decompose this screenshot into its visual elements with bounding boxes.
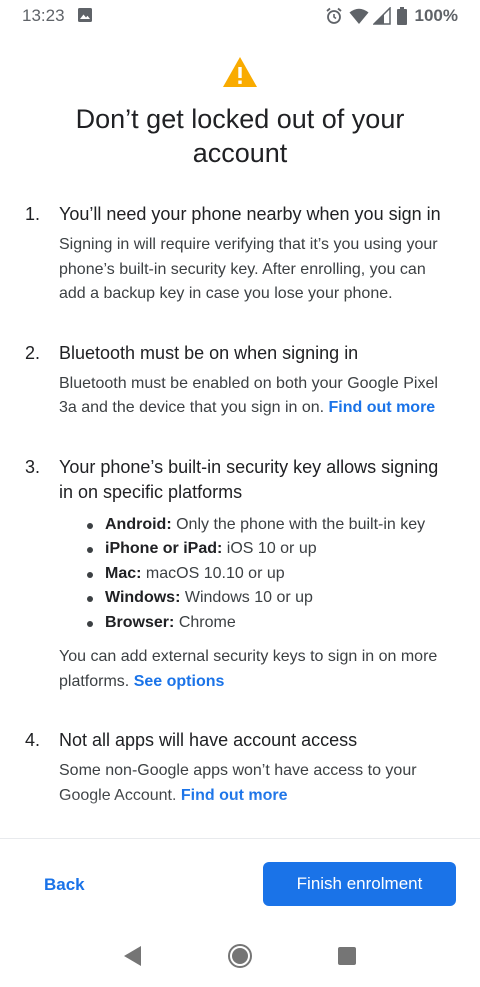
step-heading: Not all apps will have account access bbox=[59, 730, 358, 750]
steps-list: 1. You’ll need your phone nearby when yo… bbox=[0, 202, 480, 838]
back-button[interactable]: Back bbox=[28, 869, 101, 901]
step-body: Signing in will require verifying that i… bbox=[59, 236, 438, 302]
platform-label: Android: bbox=[105, 515, 172, 533]
platform-item-iphone-ipad: iPhone or iPad: iOS 10 or up bbox=[87, 537, 452, 562]
step-heading: You’ll need your phone nearby when you s… bbox=[59, 204, 441, 224]
step-number: 3. bbox=[25, 456, 41, 477]
step-heading: Bluetooth must be on when signing in bbox=[59, 342, 359, 363]
battery-percentage: 100% bbox=[414, 6, 458, 25]
find-out-more-link[interactable]: Find out more bbox=[181, 787, 288, 804]
nav-recents-button[interactable] bbox=[329, 941, 365, 977]
back-triangle-icon bbox=[123, 945, 143, 972]
see-options-link[interactable]: See options bbox=[134, 673, 225, 690]
platform-item-mac: Mac: macOS 10.10 or up bbox=[87, 562, 452, 587]
platform-text: Only the phone with the built-in key bbox=[176, 515, 426, 533]
system-nav-bar bbox=[0, 930, 480, 987]
find-out-more-link[interactable]: Find out more bbox=[329, 399, 436, 416]
finish-enrolment-button[interactable]: Finish enrolment bbox=[263, 862, 456, 906]
page-title: Don’t get locked out of your account bbox=[75, 104, 405, 168]
step-1: 1. You’ll need your phone nearby when yo… bbox=[0, 202, 480, 307]
status-left: 13:23 bbox=[22, 6, 95, 26]
platform-label: iPhone or iPad: bbox=[105, 540, 223, 557]
warning-icon bbox=[222, 56, 258, 88]
step-number: 2. bbox=[25, 342, 41, 363]
nav-back-button[interactable] bbox=[115, 941, 151, 977]
signal-icon bbox=[371, 6, 391, 25]
alarm-icon bbox=[325, 7, 343, 25]
step-2: 2. Bluetooth must be on when signing in … bbox=[0, 341, 480, 421]
step-body-container: You can add external security keys to si… bbox=[59, 645, 452, 694]
platform-text: iOS 10 or up bbox=[226, 540, 317, 557]
wifi-icon bbox=[349, 7, 369, 25]
content-scroll-area[interactable]: Don’t get locked out of your account 1. … bbox=[0, 32, 480, 838]
step-number: 4. bbox=[25, 730, 41, 750]
platform-label: Windows: bbox=[105, 589, 181, 606]
platform-text: Windows 10 or up bbox=[184, 589, 313, 606]
platform-text: Chrome bbox=[178, 613, 236, 631]
platform-item-browser: Browser: Chrome bbox=[87, 611, 452, 636]
status-bar: 13:23 100% bbox=[0, 0, 480, 32]
platform-text: macOS 10.10 or up bbox=[145, 564, 285, 582]
step-4: 4. Not all apps will have account access… bbox=[0, 728, 480, 808]
battery-icon bbox=[396, 7, 407, 25]
platform-label: Mac: bbox=[105, 564, 142, 582]
step-body-text: You can add external security keys to si… bbox=[59, 648, 438, 690]
platform-label: Browser: bbox=[105, 613, 175, 631]
platform-item-windows: Windows: Windows 10 or up bbox=[87, 586, 452, 611]
status-right: 100% bbox=[325, 6, 458, 26]
platform-item-android: Android: Only the phone with the built-i… bbox=[87, 513, 452, 538]
action-bar: Back Finish enrolment bbox=[0, 838, 480, 930]
nav-home-button[interactable] bbox=[222, 941, 258, 977]
step-body-container: Bluetooth must be enabled on both your G… bbox=[59, 372, 452, 421]
home-circle-icon bbox=[227, 943, 253, 974]
platform-list: Android: Only the phone with the built-i… bbox=[59, 513, 452, 636]
recents-square-icon bbox=[337, 946, 357, 971]
status-time: 13:23 bbox=[22, 6, 65, 25]
step-number: 1. bbox=[25, 204, 41, 224]
image-icon bbox=[77, 7, 95, 25]
step-body-container: Some non-Google apps won’t have access t… bbox=[59, 759, 452, 808]
step-3: 3. Your phone’s built-in security key al… bbox=[0, 455, 480, 695]
step-heading: Your phone’s built-in security key allow… bbox=[59, 456, 439, 502]
